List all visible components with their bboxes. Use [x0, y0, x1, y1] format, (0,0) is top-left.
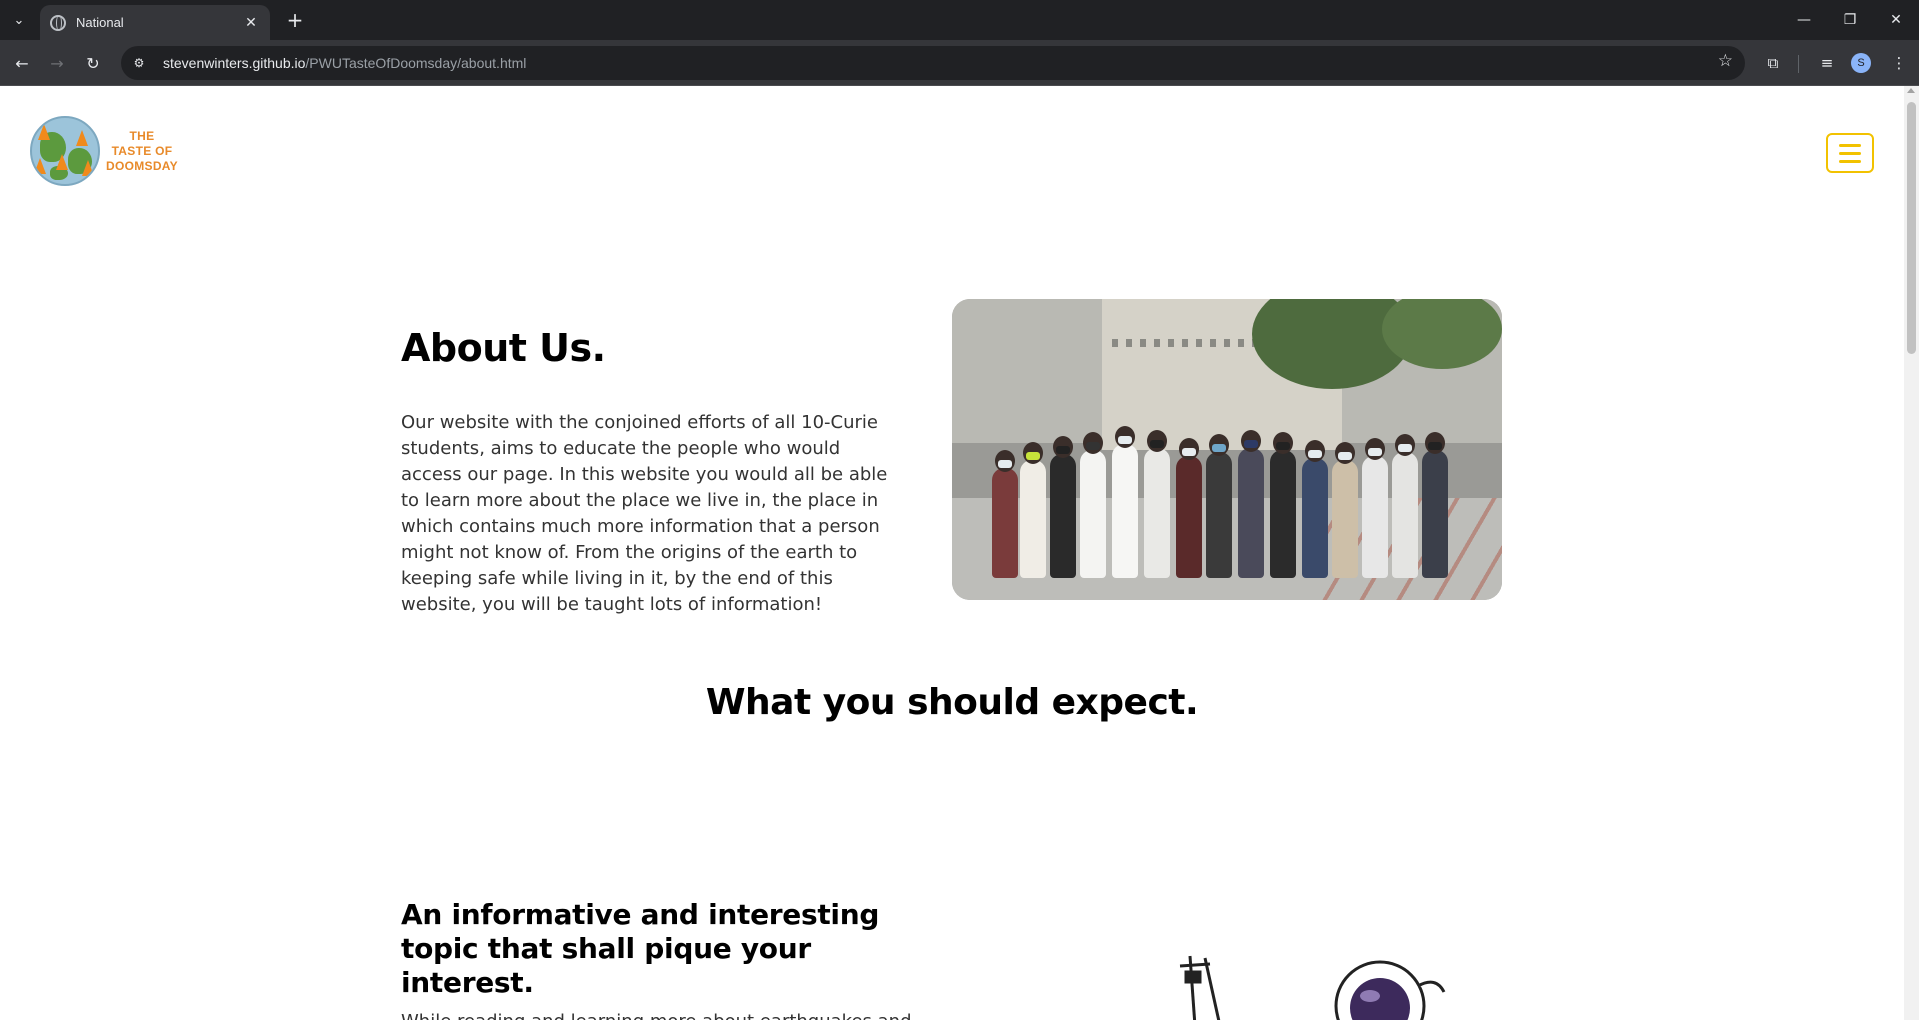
url-path: /PWUTasteOfDoomsday/about.html — [305, 55, 527, 71]
url-host: stevenwinters.github.io — [163, 55, 306, 71]
url-text[interactable]: stevenwinters.github.io/PWUTasteOfDoomsd… — [163, 55, 526, 71]
logo-line-2: TASTE OF — [111, 143, 173, 158]
logo-line-1: THE — [129, 128, 155, 143]
topic-description: While reading and learning more about ea… — [401, 1009, 921, 1020]
minimize-button[interactable]: — — [1781, 0, 1827, 40]
site-info-icon[interactable]: ⚙ — [125, 49, 153, 77]
reload-button[interactable]: ↻ — [79, 49, 107, 77]
expect-section-title: What you should expect. — [705, 682, 1199, 723]
browser-toolbar: ← → ↻ ⚙ stevenwinters.github.io/PWUTaste… — [0, 40, 1919, 86]
window-controls: — ❐ ✕ — [1781, 0, 1919, 40]
menu-bar-icon — [1839, 151, 1861, 155]
browser-menu-icon[interactable]: ⋮ — [1885, 49, 1913, 77]
tab-search-button[interactable]: ⌄ — [6, 8, 32, 32]
browser-tabstrip: ⌄ National ✕ + — ❐ ✕ — [0, 0, 1919, 40]
menu-bar-icon — [1839, 159, 1861, 163]
forward-button[interactable]: → — [43, 49, 71, 77]
tab-title: National — [76, 15, 124, 30]
globe-icon — [50, 14, 66, 31]
scroll-up-icon[interactable] — [1907, 88, 1915, 93]
class-group-photo — [952, 299, 1502, 600]
about-description: Our website with the conjoined efforts o… — [401, 412, 888, 615]
menu-bar-icon — [1839, 143, 1861, 147]
restore-button[interactable]: ❐ — [1827, 0, 1873, 40]
about-title: About Us. — [401, 326, 606, 370]
toolbar-divider — [1798, 55, 1799, 73]
astronaut-illustration — [1179, 955, 1446, 1020]
scroll-thumb[interactable] — [1907, 102, 1916, 354]
logo-line-3: DOOMSDAY — [106, 158, 178, 173]
page-viewport: THE TASTE OF DOOMSDAY About Us. Our webs… — [0, 86, 1904, 1020]
address-bar[interactable]: ⚙ stevenwinters.github.io/PWUTasteOfDoom… — [121, 46, 1745, 80]
globe-logo-icon — [30, 116, 100, 186]
bookmark-star-icon[interactable]: ☆ — [1718, 51, 1733, 71]
new-tab-button[interactable]: + — [282, 8, 308, 34]
profile-avatar[interactable]: S — [1851, 53, 1871, 73]
topic-heading: An informative and interesting topic tha… — [401, 898, 880, 999]
logo-text: THE TASTE OF DOOMSDAY — [106, 129, 178, 174]
hamburger-menu-button[interactable] — [1826, 133, 1874, 173]
media-controls-icon[interactable]: ≡ — [1813, 49, 1841, 77]
close-window-button[interactable]: ✕ — [1873, 0, 1919, 40]
page-scrollbar[interactable] — [1904, 86, 1919, 1020]
back-button[interactable]: ← — [8, 49, 36, 77]
site-logo[interactable]: THE TASTE OF DOOMSDAY — [30, 116, 190, 186]
browser-tab[interactable]: National ✕ — [40, 5, 270, 40]
close-tab-icon[interactable]: ✕ — [242, 15, 260, 31]
extensions-icon[interactable]: ⧉ — [1759, 49, 1787, 77]
